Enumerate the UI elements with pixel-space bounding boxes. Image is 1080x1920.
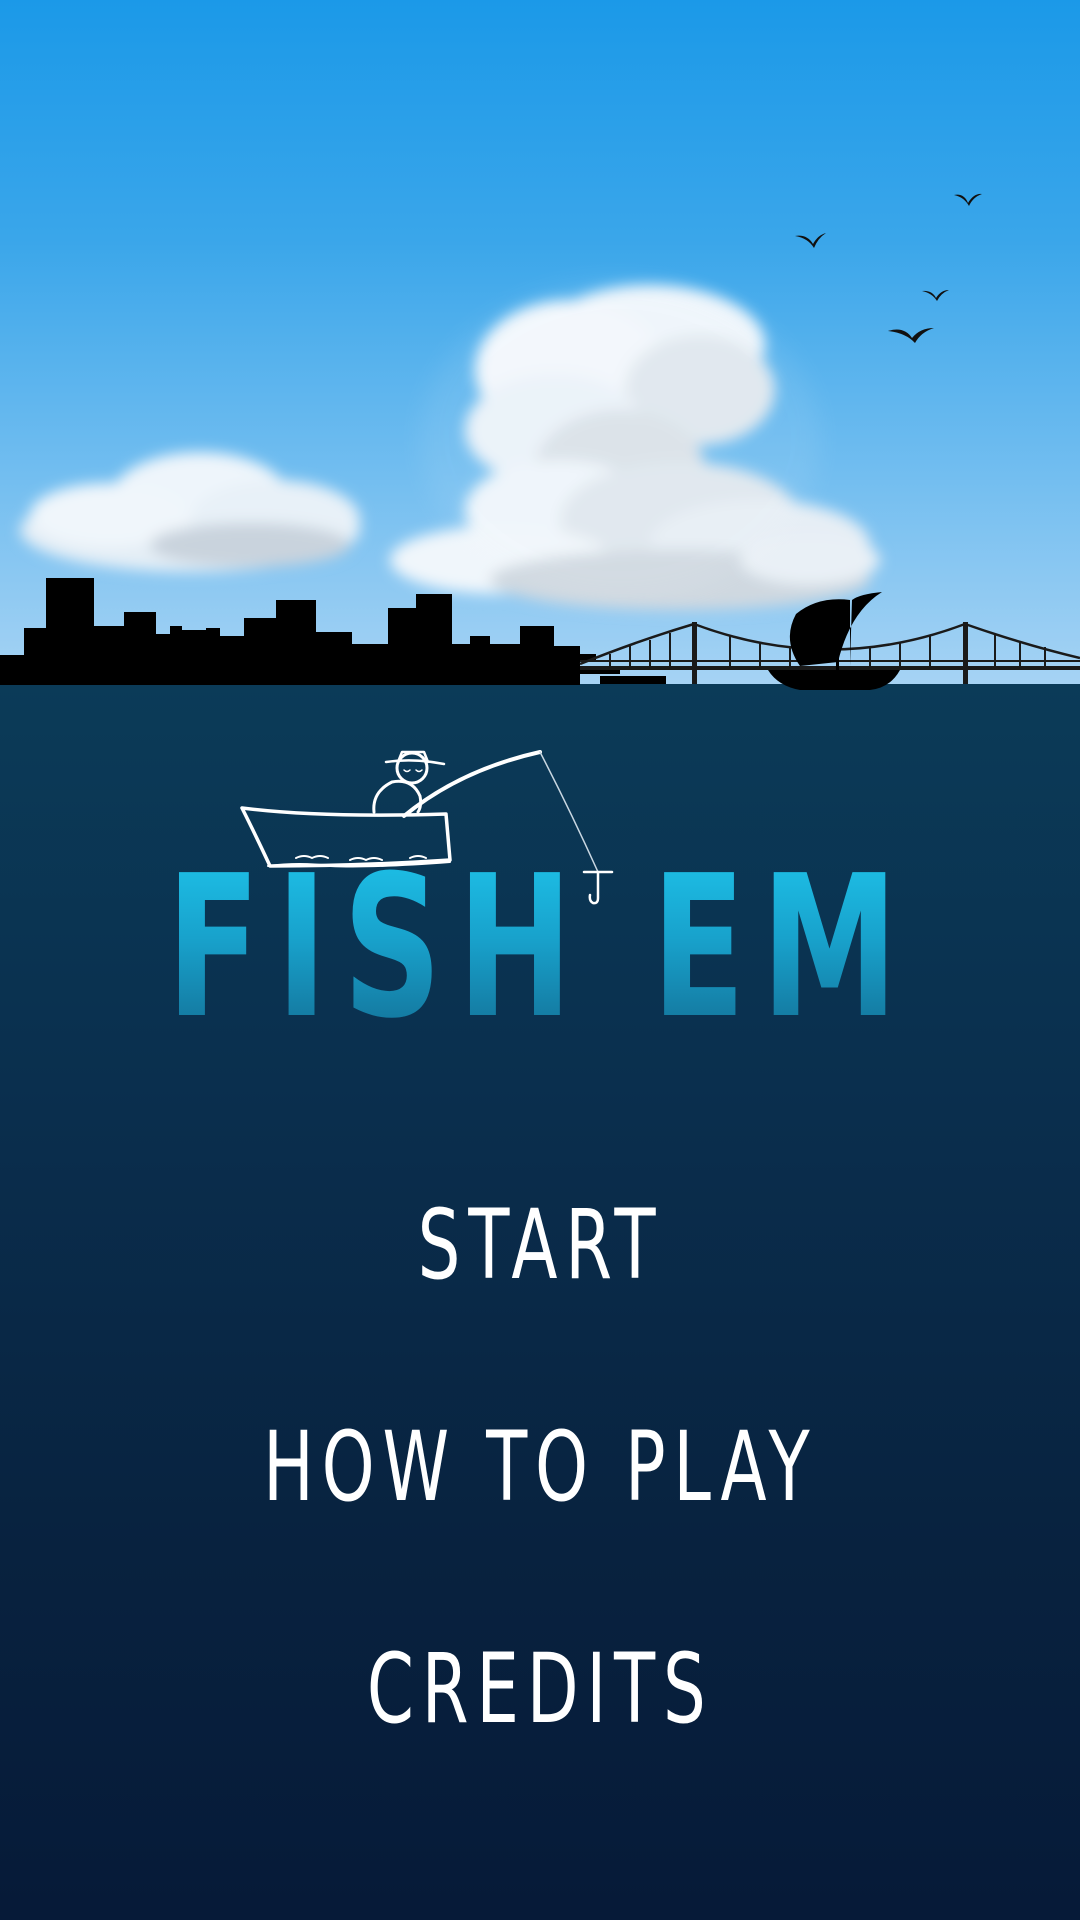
start-button-label: START (417, 1189, 663, 1301)
how-to-play-button[interactable]: HOW TO PLAY (0, 1412, 1080, 1522)
credits-button[interactable]: CREDITS (0, 1634, 1080, 1744)
credits-button-label: CREDITS (366, 1633, 714, 1745)
main-menu-screen: FISH EM START HOW TO PLAY CREDITS (0, 0, 1080, 1920)
game-title: FISH EM (119, 848, 961, 1048)
start-button[interactable]: START (0, 1190, 1080, 1300)
how-to-play-button-label: HOW TO PLAY (262, 1411, 818, 1523)
